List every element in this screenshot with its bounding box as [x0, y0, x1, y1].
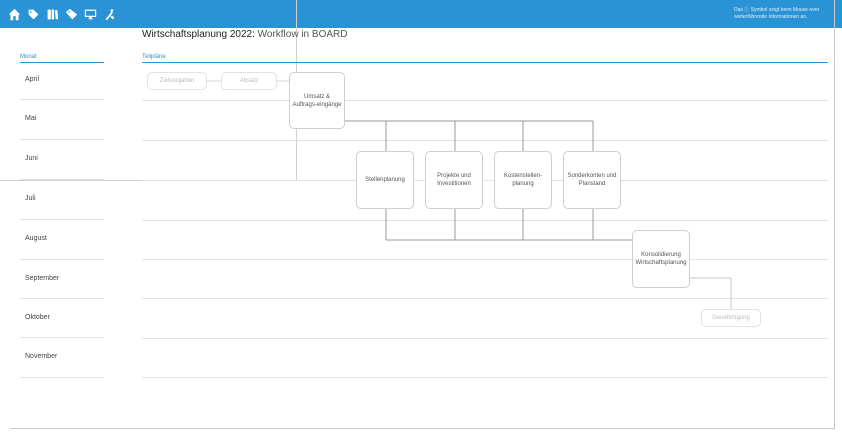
step-absatz[interactable]: Absatz: [221, 72, 277, 90]
step-genehmigung[interactable]: Genehmigung: [701, 309, 761, 327]
workflow-connectors: [207, 80, 732, 309]
step-stellenplanung[interactable]: Stellenplanung: [356, 151, 414, 209]
step-sonderkonten[interactable]: Sonderkonten und Planstand: [563, 151, 621, 209]
step-konsolidierung[interactable]: Konsolidierung Wirtschaftsplanung: [632, 230, 690, 288]
step-zielvorgaben[interactable]: Zielvorgaben: [147, 72, 207, 90]
step-projekte[interactable]: Projekte und Investitionen: [425, 151, 483, 209]
step-umsatz[interactable]: Umsatz & Auftrags-eingänge: [289, 72, 345, 129]
step-kostenstellen[interactable]: Kostenstellen-planung: [494, 151, 552, 209]
